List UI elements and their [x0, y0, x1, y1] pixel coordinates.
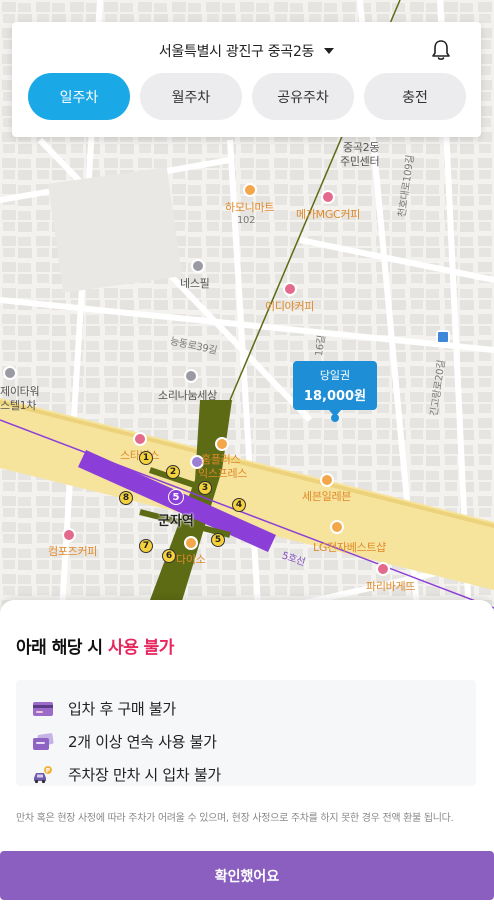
exit-7-icon: 7	[139, 539, 153, 553]
bell-icon[interactable]	[431, 39, 451, 61]
exit-3-icon: 3	[198, 481, 212, 495]
map-label-daiso: 다이소	[176, 553, 206, 566]
restriction-list: 입차 후 구매 불가 2개 이상 연속 사용 불가 P 주차장 만차 시 입차 …	[16, 680, 476, 786]
header-card: 서울특별시 광진구 중곡2동 일주차 월주차 공유주차 충전	[12, 22, 481, 137]
tab-daily[interactable]: 일주차	[28, 73, 130, 120]
location-selector[interactable]: 서울특별시 광진구 중곡2동	[12, 40, 481, 62]
rule-text: 입차 후 구매 불가	[68, 700, 176, 718]
tab-shared[interactable]: 공유주차	[252, 73, 354, 120]
sheet-title: 아래 해당 시 사용 불가	[16, 633, 174, 658]
station-label-gunja[interactable]: 군자역	[158, 510, 194, 529]
tab-monthly[interactable]: 월주차	[140, 73, 242, 120]
location-text: 서울특별시 광진구 중곡2동	[158, 44, 315, 60]
map-label-jetower-2: 스텔1차	[0, 399, 37, 412]
parking-price-marker[interactable]: 당일권 18,000원	[293, 361, 377, 417]
price-marker-value: 18,000원	[303, 389, 367, 404]
cafe-icon[interactable]	[321, 190, 335, 204]
map-label-ediya: 이디야커피	[265, 300, 315, 313]
map-label-seven: 세븐일레븐	[302, 490, 352, 503]
exit-6-icon: 6	[162, 549, 176, 563]
restriction-bottom-sheet: 아래 해당 시 사용 불가 입차 후 구매 불가 2개 이상 연속 사용 불가 …	[0, 600, 494, 911]
list-item: 2개 이상 연속 사용 불가	[32, 725, 476, 758]
map-label-paris: 파리바게뜨	[366, 580, 416, 593]
cafe-icon[interactable]	[62, 528, 76, 542]
list-item: 입차 후 구매 불가	[32, 692, 476, 725]
svg-text:P: P	[46, 767, 51, 774]
rule-text: 2개 이상 연속 사용 불가	[68, 733, 217, 751]
rule-text: 주차장 만차 시 입차 불가	[68, 766, 221, 784]
confirm-button[interactable]: 확인했어요	[0, 851, 494, 900]
map-label-nesspil: 네스필	[180, 277, 210, 290]
store-icon[interactable]	[184, 536, 198, 550]
building-icon[interactable]	[191, 259, 205, 273]
line5-station-badge[interactable]: 5	[168, 489, 184, 505]
sheet-title-prefix: 아래 해당 시	[16, 638, 108, 658]
parking-icon[interactable]	[436, 330, 450, 344]
map-label-102: 102	[237, 215, 256, 226]
exit-4-icon: 4	[232, 498, 246, 512]
cafe-icon[interactable]	[376, 562, 390, 576]
exit-8-icon: 8	[119, 491, 133, 505]
store-icon[interactable]	[330, 520, 344, 534]
map-label-sori: 소리나눔세상	[158, 389, 217, 402]
map-label-express: 익스프레스	[198, 467, 248, 480]
sheet-title-highlight: 사용 불가	[107, 638, 174, 658]
chevron-down-icon	[324, 48, 335, 54]
cafe-icon[interactable]	[283, 282, 297, 296]
exit-1-icon: 1	[139, 451, 153, 465]
parking-type-tabs: 일주차 월주차 공유주차 충전	[28, 73, 466, 120]
map-label-hamoni: 하모니마트	[225, 201, 275, 214]
map-label-road16: 16길	[313, 334, 328, 358]
exit-2-icon: 2	[166, 465, 180, 479]
mart-icon[interactable]	[243, 183, 257, 197]
map-label-megacoffee: 메가MGC커피	[296, 208, 361, 221]
credit-card-icon	[33, 701, 53, 716]
building-icon[interactable]	[184, 369, 198, 383]
cafe-icon[interactable]	[133, 432, 147, 446]
map-label-lg: LG전자베스트샵	[313, 541, 386, 554]
car-parking-icon: P	[34, 765, 52, 783]
map-label-community-center: 주민센터	[340, 155, 380, 168]
refund-note: 만차 혹은 현장 사정에 따라 주차가 어려울 수 있으며, 현장 사정으로 주…	[16, 813, 454, 824]
tab-charging[interactable]: 충전	[364, 73, 466, 120]
map-label-compose: 컴포즈커피	[48, 545, 98, 558]
price-marker-label: 당일권	[319, 369, 351, 382]
store-icon[interactable]	[320, 473, 334, 487]
price-pin-icon	[331, 414, 339, 422]
building-icon[interactable]	[3, 366, 17, 380]
store-icon[interactable]	[215, 437, 229, 451]
list-item: P 주차장 만차 시 입차 불가	[32, 758, 476, 791]
exit-5-icon: 5	[211, 533, 225, 547]
tickets-icon	[33, 732, 54, 750]
